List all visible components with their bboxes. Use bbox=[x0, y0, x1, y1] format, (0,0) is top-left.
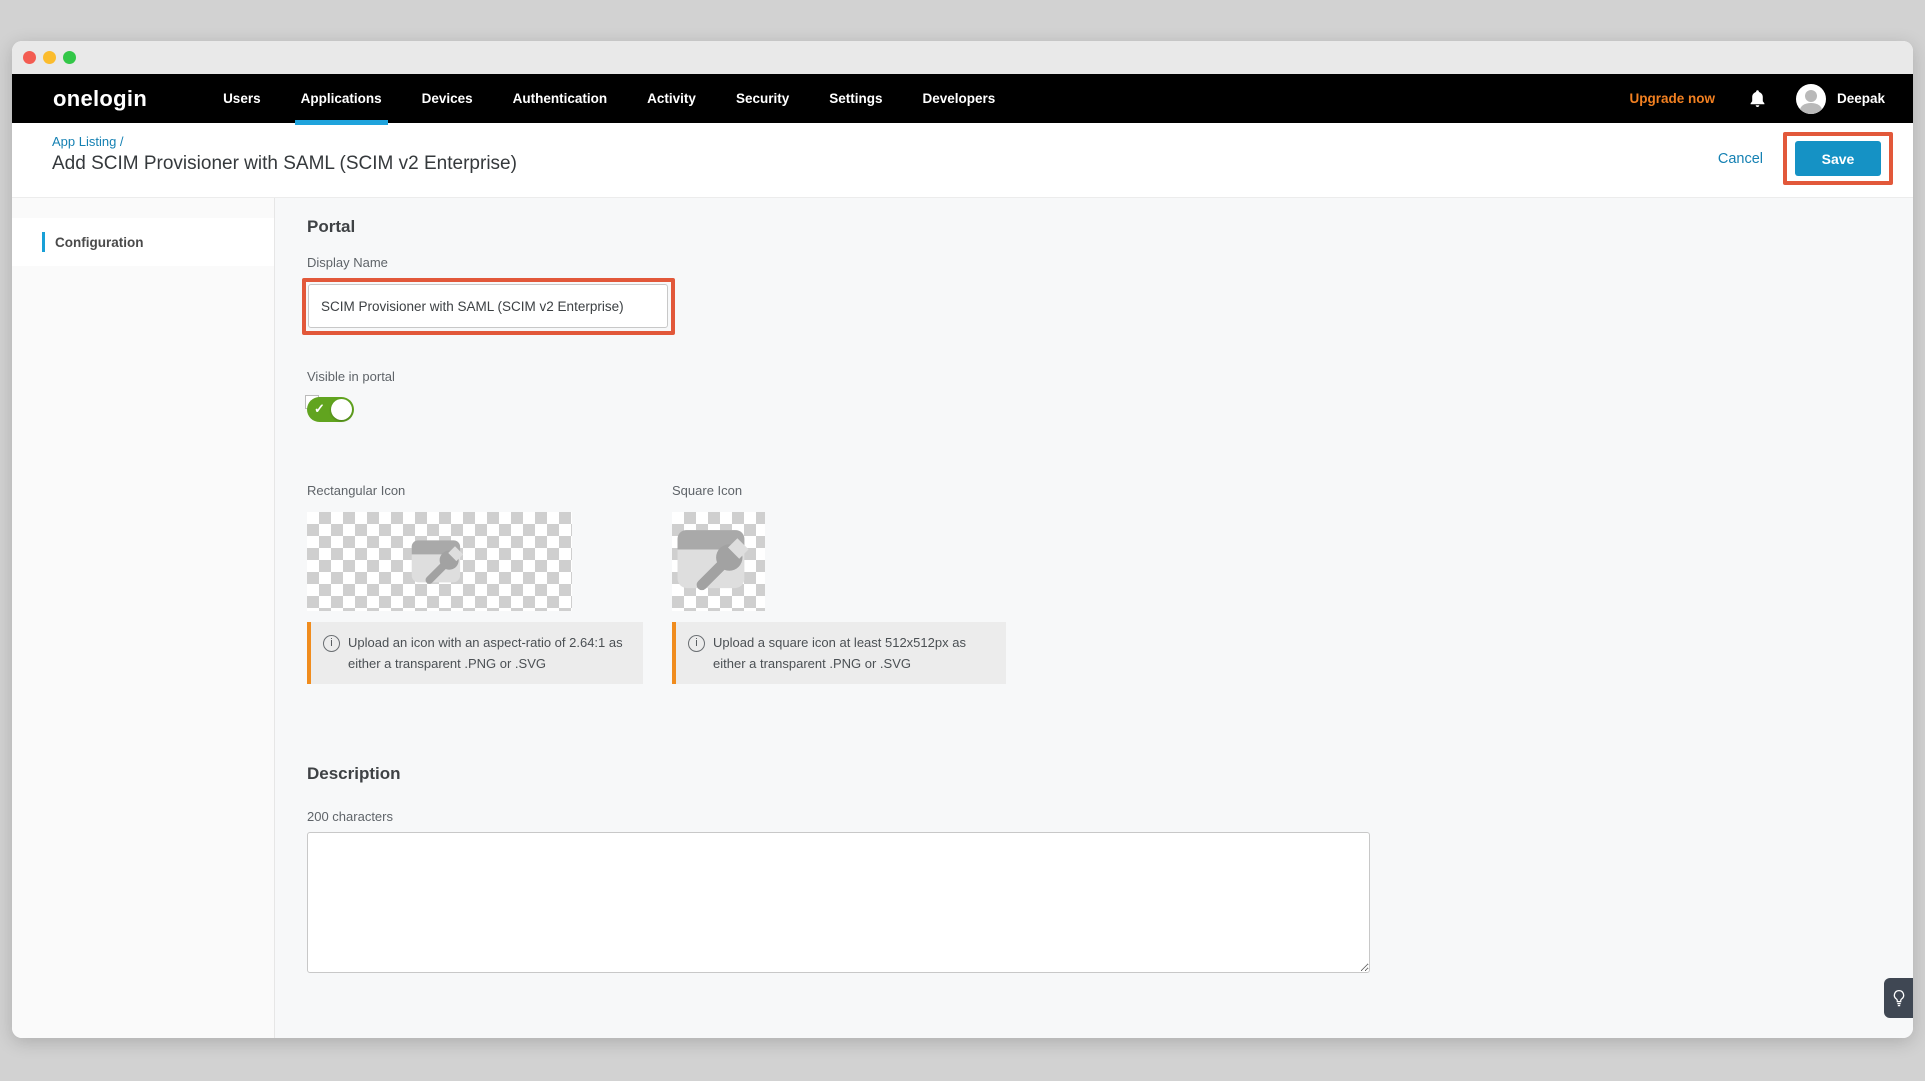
square-icon-hint: i Upload a square icon at least 512x512p… bbox=[672, 622, 1006, 684]
user-name: Deepak bbox=[1837, 91, 1885, 106]
settings-sidebar: Configuration bbox=[12, 198, 275, 1038]
character-count-label: 200 characters bbox=[307, 809, 393, 824]
nav-item-settings[interactable]: Settings bbox=[809, 74, 902, 123]
square-icon-label: Square Icon bbox=[672, 483, 742, 498]
notifications-bell-icon[interactable] bbox=[1749, 89, 1766, 108]
toggle-knob bbox=[331, 399, 352, 420]
app-wrench-icon bbox=[409, 534, 473, 590]
close-window-button[interactable] bbox=[23, 51, 36, 64]
nav-item-devices[interactable]: Devices bbox=[402, 74, 493, 123]
lightbulb-icon bbox=[1892, 989, 1906, 1008]
display-name-label: Display Name bbox=[307, 255, 388, 270]
square-icon-upload[interactable] bbox=[672, 512, 765, 611]
info-icon: i bbox=[688, 635, 705, 652]
save-button[interactable]: Save bbox=[1795, 141, 1881, 176]
user-menu[interactable]: Deepak bbox=[1796, 84, 1885, 114]
nav-item-activity[interactable]: Activity bbox=[627, 74, 716, 123]
maximize-window-button[interactable] bbox=[63, 51, 76, 64]
visible-in-portal-label: Visible in portal bbox=[307, 369, 395, 384]
sidebar-item-configuration[interactable]: Configuration bbox=[12, 218, 274, 266]
rectangular-icon-upload[interactable] bbox=[307, 512, 572, 611]
breadcrumb-app-listing[interactable]: App Listing / bbox=[52, 134, 124, 149]
rectangular-icon-hint: i Upload an icon with an aspect-ratio of… bbox=[307, 622, 643, 684]
user-avatar bbox=[1796, 84, 1826, 114]
nav-item-authentication[interactable]: Authentication bbox=[493, 74, 628, 123]
content-area: Configuration Portal Display Name Visibl… bbox=[12, 198, 1913, 1038]
rectangular-icon-label: Rectangular Icon bbox=[307, 483, 405, 498]
visible-in-portal-toggle[interactable]: ✓ bbox=[307, 397, 357, 424]
description-textarea[interactable] bbox=[307, 832, 1370, 973]
display-name-input[interactable] bbox=[308, 284, 668, 328]
main-panel: Portal Display Name Visible in portal ✓ … bbox=[275, 198, 1913, 1038]
top-navbar: onelogin Users Applications Devices Auth… bbox=[12, 74, 1913, 123]
help-lightbulb-tab[interactable] bbox=[1884, 978, 1913, 1018]
minimize-window-button[interactable] bbox=[43, 51, 56, 64]
cancel-button[interactable]: Cancel bbox=[1718, 151, 1763, 167]
app-wrench-icon bbox=[674, 521, 762, 599]
nav-item-developers[interactable]: Developers bbox=[902, 74, 1015, 123]
active-indicator-bar bbox=[42, 232, 45, 252]
page-header: App Listing / Add SCIM Provisioner with … bbox=[12, 123, 1913, 198]
primary-nav: Users Applications Devices Authenticatio… bbox=[203, 74, 1015, 123]
check-icon: ✓ bbox=[314, 401, 325, 417]
onelogin-logo[interactable]: onelogin bbox=[53, 86, 147, 112]
navbar-right: Upgrade now Deepak bbox=[1629, 84, 1913, 114]
description-section-heading: Description bbox=[307, 764, 401, 784]
nav-item-users[interactable]: Users bbox=[203, 74, 281, 123]
portal-section-heading: Portal bbox=[307, 217, 355, 237]
browser-window: onelogin Users Applications Devices Auth… bbox=[12, 41, 1913, 1038]
nav-item-security[interactable]: Security bbox=[716, 74, 809, 123]
window-titlebar bbox=[12, 41, 1913, 74]
toggle-track: ✓ bbox=[307, 397, 354, 422]
info-icon: i bbox=[323, 635, 340, 652]
page-title: Add SCIM Provisioner with SAML (SCIM v2 … bbox=[52, 153, 517, 175]
upgrade-now-link[interactable]: Upgrade now bbox=[1629, 91, 1715, 106]
nav-item-applications[interactable]: Applications bbox=[281, 74, 402, 123]
